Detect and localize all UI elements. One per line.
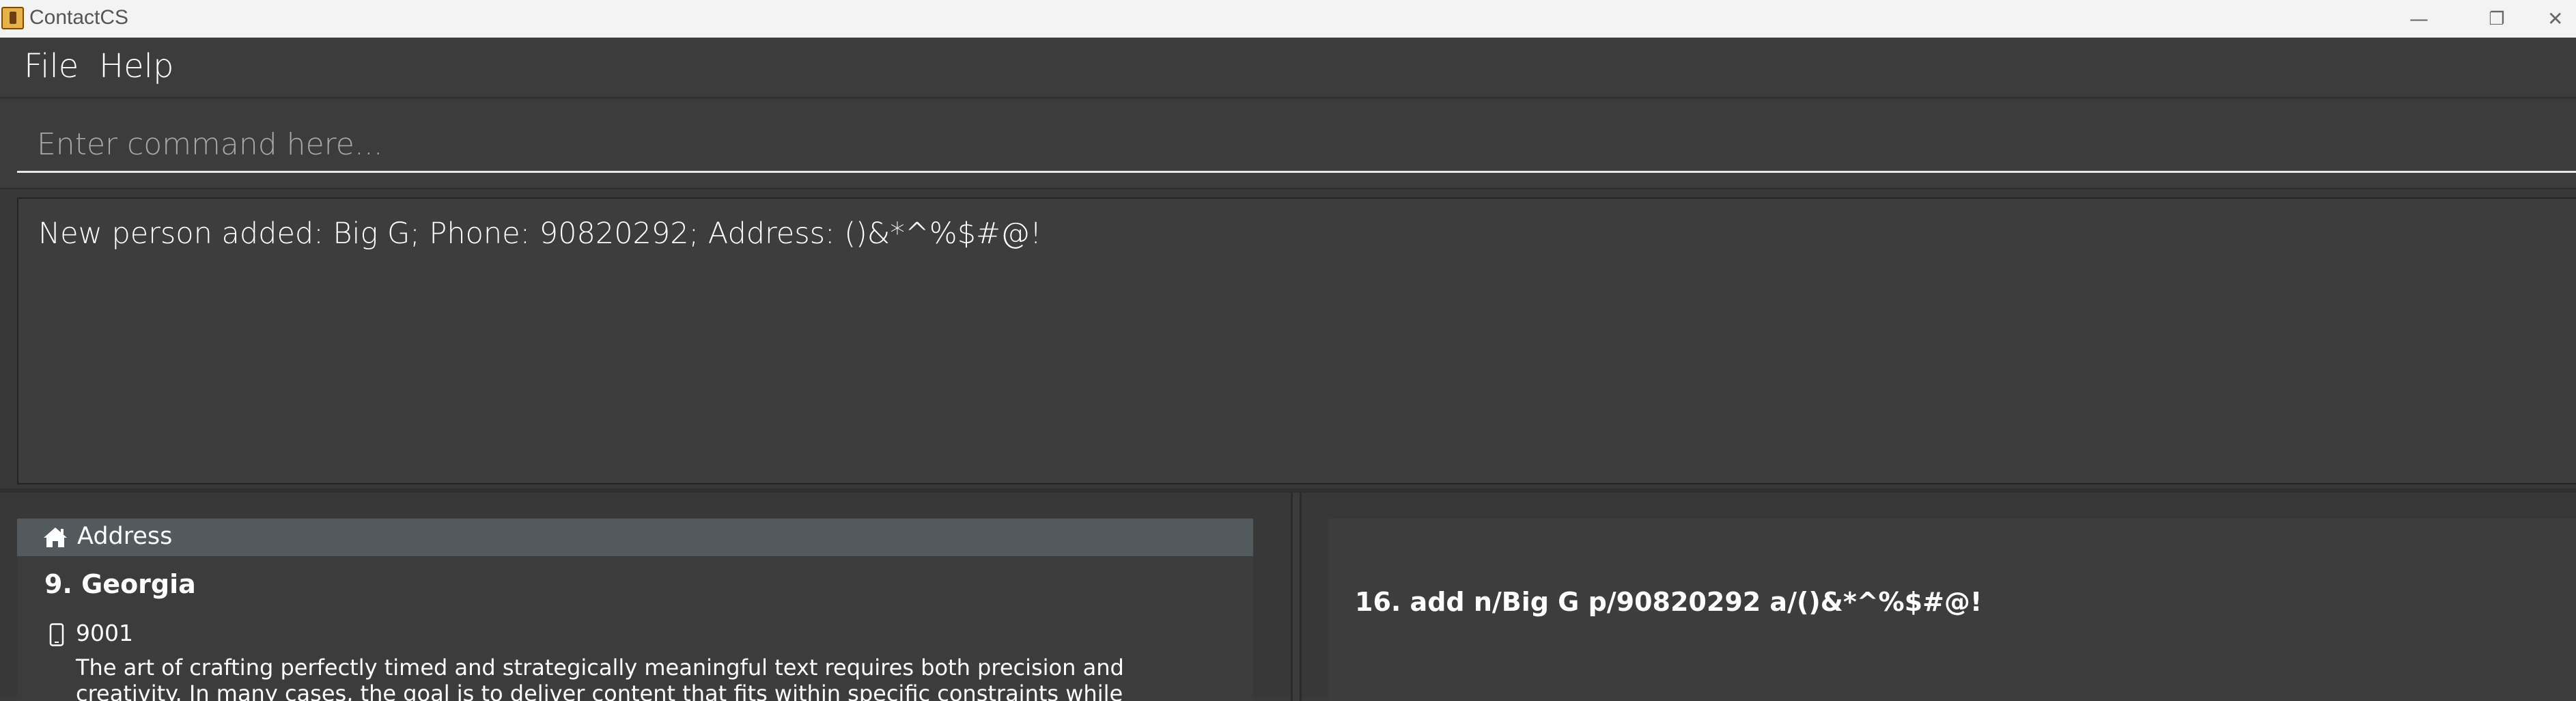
menu-bar: File Help <box>0 38 2576 98</box>
person-list-panel[interactable]: Address 9. Georgia 9001 The art of craft… <box>17 519 1253 701</box>
split-pane-divider[interactable] <box>1291 493 1302 701</box>
close-button[interactable]: ✕ <box>2547 0 2576 38</box>
app-icon <box>1 7 24 29</box>
window-title: ContactCS <box>29 6 129 29</box>
menu-file[interactable]: File <box>24 47 79 85</box>
minimize-button[interactable]: — <box>2392 0 2446 38</box>
result-message: New person added: Big G; Phone: 90820292… <box>38 217 1042 251</box>
address-header-label: Address <box>77 523 173 550</box>
phone-icon <box>49 623 64 646</box>
command-history-panel[interactable]: 16. add n/Big G p/90820292 a/()&*^%$#@! <box>1329 519 2576 701</box>
title-bar: ContactCS — ❐ ✕ <box>0 0 2576 38</box>
home-icon <box>44 527 67 547</box>
person-phone: 9001 <box>76 620 133 646</box>
main-panels: Address 9. Georgia 9001 The art of craft… <box>0 489 2576 701</box>
person-name: 9. Georgia <box>44 569 196 599</box>
result-display[interactable]: New person added: Big G; Phone: 90820292… <box>17 197 2576 484</box>
address-header[interactable]: Address <box>17 519 1253 556</box>
person-description: The art of crafting perfectly timed and … <box>76 655 1124 701</box>
history-item[interactable]: 16. add n/Big G p/90820292 a/()&*^%$#@! <box>1355 587 1982 617</box>
result-display-container: New person added: Big G; Phone: 90820292… <box>0 188 2576 489</box>
command-input[interactable] <box>17 118 2576 173</box>
menu-help[interactable]: Help <box>99 47 173 85</box>
maximize-button[interactable]: ❐ <box>2469 0 2524 38</box>
command-box <box>0 100 2576 186</box>
